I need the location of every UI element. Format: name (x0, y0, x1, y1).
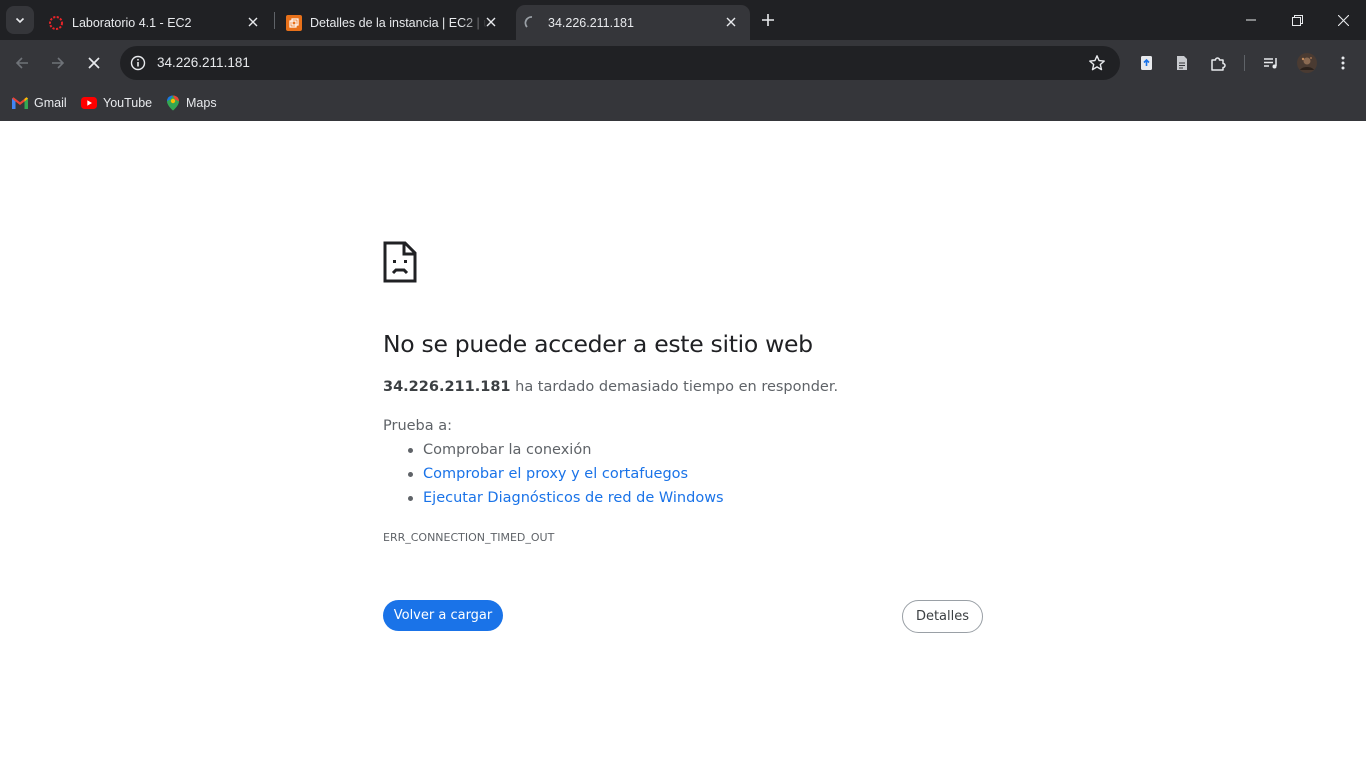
new-tab-button[interactable] (756, 8, 780, 32)
minimize-icon (1246, 19, 1256, 21)
gmail-icon (12, 97, 28, 109)
tab-active-ip[interactable]: 34.226.211.181 (516, 5, 750, 40)
suggestion-network-diagnostics-link[interactable]: Ejecutar Diagnósticos de red de Windows (408, 489, 724, 513)
media-controls-icon[interactable] (1260, 52, 1282, 74)
close-window-button[interactable] (1320, 0, 1366, 40)
document-extension-icon[interactable] (1171, 52, 1193, 74)
error-host: 34.226.211.181 (383, 379, 511, 395)
bookmark-maps[interactable]: Maps (166, 93, 217, 113)
arrow-left-icon (15, 57, 28, 69)
upload-extension-icon[interactable] (1135, 52, 1157, 74)
minimize-button[interactable] (1228, 0, 1274, 40)
loading-spinner-icon (524, 15, 533, 28)
suggestions-label: Prueba a: (383, 418, 453, 434)
plus-icon (762, 14, 774, 26)
error-heading: No se puede acceder a este sitio web (383, 330, 813, 358)
suggestions-list: Comprobar la conexión Comprobar el proxy… (408, 441, 724, 513)
restore-button[interactable] (1274, 0, 1320, 40)
maps-icon (167, 95, 179, 111)
canvas-ring-icon (49, 15, 63, 30)
toolbar-separator (1244, 55, 1245, 71)
aws-ec2-icon (286, 14, 302, 31)
tab-title: Detalles de la instancia | EC2 | us-east… (310, 15, 488, 30)
close-icon (88, 57, 100, 69)
tab-title: 34.226.211.181 (548, 15, 634, 30)
arrow-right-icon (52, 57, 65, 69)
address-bar[interactable]: 34.226.211.181 (120, 46, 1120, 80)
star-bookmark-icon[interactable] (1088, 54, 1106, 72)
restore-icon (1291, 14, 1303, 26)
stop-loading-button[interactable] (80, 49, 108, 77)
sad-page-icon (383, 241, 417, 283)
close-icon[interactable] (244, 13, 262, 31)
tab-laboratorio[interactable]: Laboratorio 4.1 - EC2 (40, 5, 272, 40)
youtube-icon (81, 97, 97, 109)
forward-button[interactable] (44, 49, 72, 77)
site-info-icon[interactable] (128, 53, 148, 73)
close-icon (1337, 14, 1349, 26)
tab-strip: Laboratorio 4.1 - EC2 Detalles de la ins… (0, 0, 1366, 40)
reload-button[interactable]: Volver a cargar (383, 600, 503, 631)
page-content: No se puede acceder a este sitio web 34.… (0, 121, 1366, 768)
bookmarks-bar: Gmail YouTube Maps (0, 86, 1366, 121)
back-button[interactable] (8, 49, 36, 77)
bookmark-label: YouTube (103, 96, 153, 110)
close-icon[interactable] (722, 13, 740, 31)
bookmark-youtube[interactable]: YouTube (81, 93, 152, 113)
details-button[interactable]: Detalles (902, 600, 983, 633)
toolbar: 34.226.211.181 (0, 40, 1366, 86)
chevron-down-icon (15, 17, 25, 24)
error-summary: 34.226.211.181 ha tardado demasiado tiem… (383, 379, 838, 395)
tab-search-button[interactable] (6, 6, 34, 34)
error-summary-text: ha tardado demasiado tiempo en responder… (510, 379, 839, 395)
tab-title: Laboratorio 4.1 - EC2 (72, 15, 192, 30)
suggestion-check-connection: Comprobar la conexión (408, 441, 724, 465)
tab-separator (274, 12, 275, 29)
url-text[interactable]: 34.226.211.181 (157, 55, 250, 70)
bookmark-gmail[interactable]: Gmail (12, 93, 67, 113)
tab-ec2-details[interactable]: Detalles de la instancia | EC2 | us-east… (278, 5, 510, 40)
bookmark-label: Maps (186, 96, 217, 110)
close-icon[interactable] (482, 13, 500, 31)
error-code: ERR_CONNECTION_TIMED_OUT (383, 531, 555, 544)
extensions-puzzle-icon[interactable] (1207, 52, 1229, 74)
menu-kebab-icon[interactable] (1332, 52, 1354, 74)
suggestion-check-proxy-link[interactable]: Comprobar el proxy y el cortafuegos (408, 465, 724, 489)
bookmark-label: Gmail (34, 96, 67, 110)
profile-avatar[interactable] (1296, 52, 1318, 74)
